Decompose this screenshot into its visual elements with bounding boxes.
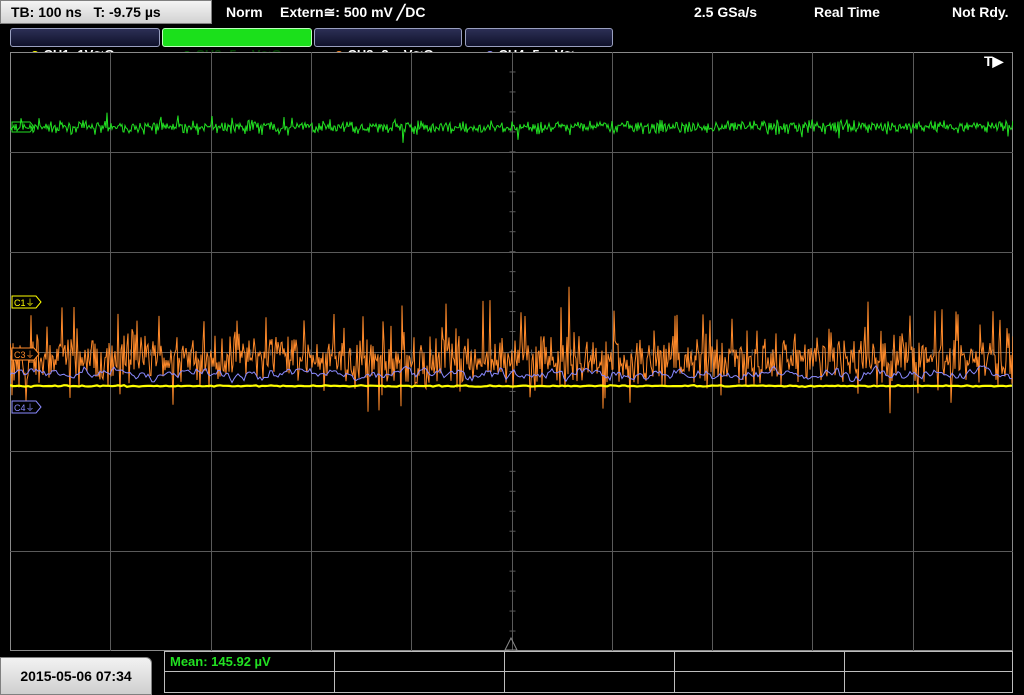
measure-cell[interactable]: [335, 652, 505, 672]
sample-rate: 2.5 GSa/s: [694, 4, 758, 20]
acquisition-mode: Real Time: [814, 4, 880, 20]
measure-cell[interactable]: [675, 652, 845, 672]
measure-cell[interactable]: [165, 672, 335, 692]
mean-measurement: Mean: 145.92 µV: [170, 654, 271, 669]
measure-cell[interactable]: [505, 672, 675, 692]
ch4-marker-label: C4⏚: [14, 403, 35, 413]
measure-cell[interactable]: [845, 652, 1012, 672]
measure-cell[interactable]: [335, 672, 505, 692]
measurement-table: Mean: 145.92 µV: [164, 651, 1013, 693]
bottom-bar: 2015-05-06 07:34 Mean: 145.92 µV: [0, 651, 1024, 695]
channel-tabs: CH1: 1V≅Ω CH2: 5 mV≅Ω CH3: 2 mV≅Ω CH4: 5…: [0, 26, 1024, 62]
measure-cell-mean[interactable]: Mean: 145.92 µV: [165, 652, 335, 672]
measure-cell[interactable]: [845, 672, 1012, 692]
ch4-ground-marker[interactable]: C4⏚: [11, 400, 42, 414]
top-status-bar: TB: 100 ns T: -9.75 µs Norm Extern≅: 500…: [0, 0, 1024, 24]
ch1-ground-marker[interactable]: C1⏚: [11, 295, 42, 309]
tab-ch1[interactable]: CH1: 1V≅Ω: [10, 28, 160, 62]
measure-cell[interactable]: [505, 652, 675, 672]
trigger-mode[interactable]: Norm: [226, 0, 263, 24]
trigger-position-marker: T▶: [984, 53, 1005, 69]
trigger-source[interactable]: Extern≅: 500 mV ╱DC: [280, 0, 425, 24]
tab-ch4[interactable]: CH4: 5 mV≅: [465, 28, 613, 62]
date-time: 2015-05-06 07:34: [0, 657, 152, 695]
tab-ch3[interactable]: CH3: 2 mV≅Ω: [314, 28, 462, 62]
ch3-marker-label: C3⏚: [14, 350, 35, 360]
trigger-status: Not Rdy.: [952, 4, 1009, 20]
ch3-ground-marker[interactable]: C3⏚: [11, 347, 40, 361]
timebase-box[interactable]: TB: 100 ns T: -9.75 µs: [0, 0, 212, 24]
ch1-marker-label: C1⏚: [14, 298, 35, 308]
measure-cell[interactable]: [675, 672, 845, 692]
waveform-display[interactable]: T▶ C1⏚ C3⏚ C4⏚: [10, 52, 1013, 651]
tab-ch2[interactable]: CH2: 5 mV≅Ω: [162, 28, 312, 62]
scope-svg: T▶ C1⏚ C3⏚ C4⏚: [10, 52, 1013, 651]
